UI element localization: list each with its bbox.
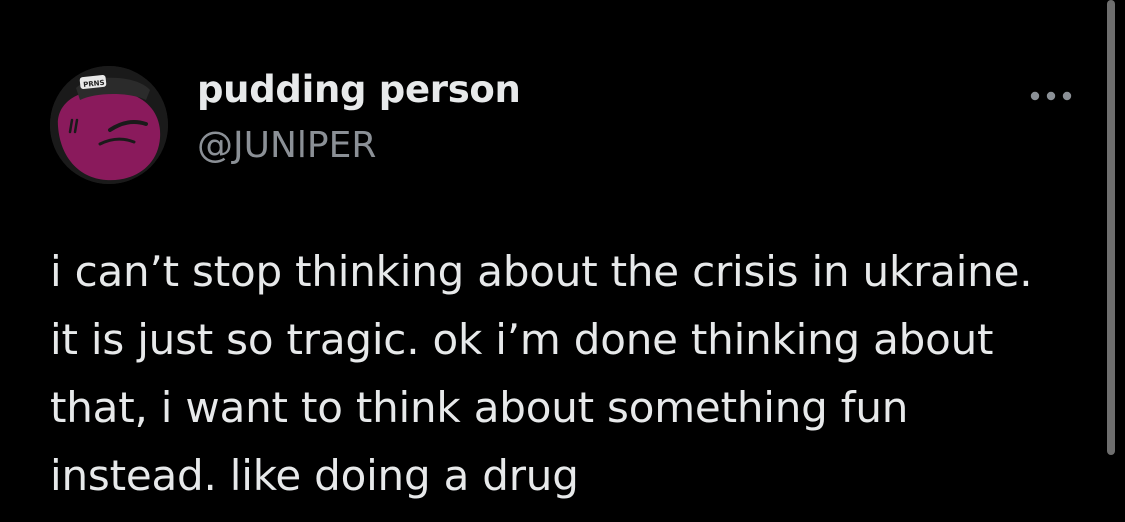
- avatar[interactable]: PRNS: [50, 66, 168, 184]
- scrollbar[interactable]: [1107, 0, 1115, 455]
- more-horizontal-icon: [1030, 91, 1072, 101]
- more-options-button[interactable]: [1025, 82, 1077, 110]
- author-display-name[interactable]: pudding person: [197, 68, 521, 111]
- tweet-card: PRNS pudding person @JUNlPER i can’t sto…: [0, 0, 1125, 522]
- author-handle[interactable]: @JUNlPER: [197, 125, 376, 166]
- avatar-image: PRNS: [50, 66, 168, 184]
- tweet-text: i can’t stop thinking about the crisis i…: [50, 247, 1033, 500]
